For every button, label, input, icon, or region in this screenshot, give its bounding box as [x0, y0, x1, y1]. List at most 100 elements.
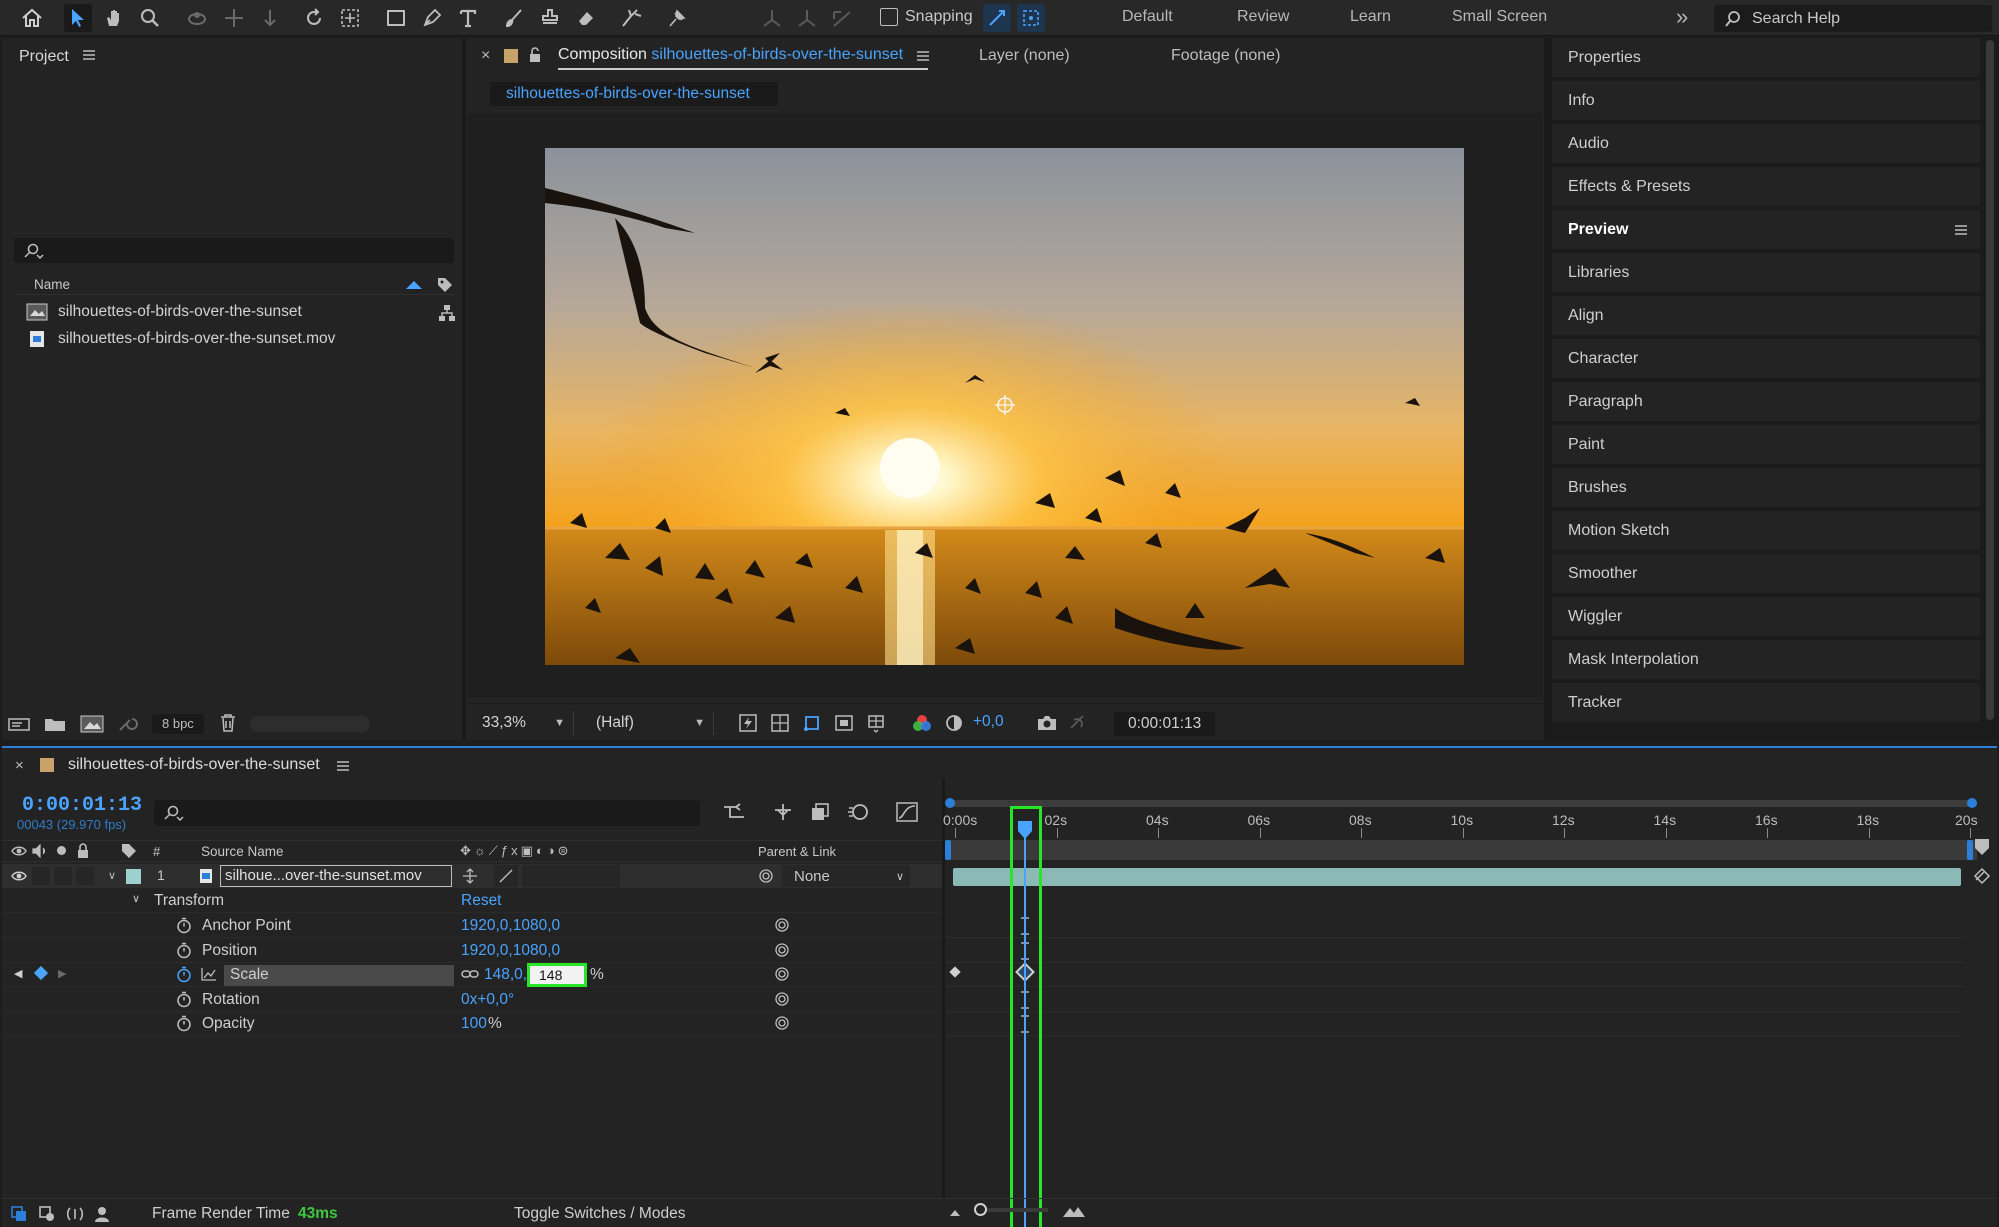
solo-switch[interactable]: [54, 867, 72, 885]
pan-behind-tool-icon[interactable]: [336, 4, 364, 32]
workspace-tab-small-screen[interactable]: Small Screen: [1452, 8, 1547, 26]
panel-item-smoother[interactable]: Smoother: [1552, 554, 1980, 595]
parent-dropdown[interactable]: None ∨: [782, 865, 910, 887]
pick-whip-icon[interactable]: [774, 942, 790, 958]
interpret-footage-icon[interactable]: [8, 716, 32, 732]
zoom-out-icon[interactable]: [948, 1207, 962, 1219]
axis-local-icon[interactable]: [758, 4, 786, 32]
flowchart-icon[interactable]: [438, 304, 456, 322]
mask-visibility-icon[interactable]: [802, 713, 822, 733]
collapse-transform-switch-icon[interactable]: [462, 868, 478, 884]
pick-whip-icon[interactable]: [774, 1015, 790, 1031]
project-item-composition[interactable]: silhouettes-of-birds-over-the-sunset: [26, 300, 302, 324]
transform-reset-link[interactable]: Reset: [461, 892, 502, 910]
property-value[interactable]: 100: [461, 1015, 487, 1033]
scale-y-input[interactable]: 148: [527, 963, 587, 987]
pen-tool-icon[interactable]: [418, 4, 446, 32]
more-workspaces-button[interactable]: »: [1676, 4, 1688, 30]
home-icon[interactable]: [18, 4, 46, 32]
in-out-toggle-icon[interactable]: [66, 1205, 84, 1223]
bit-depth-button[interactable]: 8 bpc: [152, 714, 204, 734]
toggle-switches-modes-button[interactable]: Toggle Switches / Modes: [514, 1205, 685, 1223]
pick-whip-icon[interactable]: [774, 966, 790, 982]
thumbnail-slider[interactable]: [250, 716, 370, 732]
work-area-range[interactable]: [945, 840, 1977, 860]
panel-item-paint[interactable]: Paint: [1552, 425, 1980, 466]
dolly-camera-icon[interactable]: [256, 4, 284, 32]
layer-switches[interactable]: [522, 865, 620, 887]
rotation-tool-icon[interactable]: [300, 4, 328, 32]
brush-tool-icon[interactable]: [500, 4, 528, 32]
draft-3d-icon[interactable]: [772, 802, 794, 822]
panel-item-libraries[interactable]: Libraries: [1552, 253, 1980, 294]
panel-item-wiggler[interactable]: Wiggler: [1552, 597, 1980, 638]
new-folder-icon[interactable]: [44, 716, 66, 732]
panel-item-mask-interpolation[interactable]: Mask Interpolation: [1552, 640, 1980, 681]
solo-header-icon[interactable]: [57, 846, 66, 855]
fast-previews-icon[interactable]: [738, 713, 758, 733]
property-row-opacity[interactable]: Opacity 100%: [2, 1012, 942, 1036]
stopwatch-icon[interactable]: [176, 1015, 192, 1032]
current-time-code[interactable]: 0:00:01:13: [22, 794, 142, 817]
property-row-anchor-point[interactable]: Anchor Point 1920,0,1080,0: [2, 914, 942, 938]
sort-ascending-icon[interactable]: [406, 281, 422, 289]
twirl-down-icon[interactable]: ∨: [132, 892, 140, 905]
property-row-position[interactable]: Position 1920,0,1080,0: [2, 939, 942, 963]
reset-exposure-icon[interactable]: [944, 713, 964, 733]
pick-whip-icon[interactable]: [758, 868, 774, 884]
roto-brush-tool-icon[interactable]: [618, 4, 646, 32]
label-tag-icon[interactable]: [436, 276, 454, 294]
column-name-label[interactable]: Name: [34, 277, 70, 292]
stopwatch-icon[interactable]: [176, 917, 192, 934]
preview-menu-icon[interactable]: [1954, 224, 1968, 236]
property-row-rotation[interactable]: Rotation 0x+0,0°: [2, 988, 942, 1012]
resolution-dropdown[interactable]: (Half) ▼: [596, 711, 714, 735]
scrollbar-thumb[interactable]: [1986, 40, 1994, 720]
parent-link-header[interactable]: Parent & Link: [758, 844, 836, 859]
property-value[interactable]: 1920,0,1080,0: [461, 917, 560, 935]
stopwatch-icon[interactable]: [176, 966, 192, 983]
layer-color-label[interactable]: [126, 869, 141, 884]
composition-color-label[interactable]: [504, 49, 518, 63]
pick-whip-icon[interactable]: [774, 917, 790, 933]
scale-x-value[interactable]: 148,0,: [484, 966, 527, 984]
snapping-toggle[interactable]: Snapping: [880, 8, 973, 26]
frame-blending-icon[interactable]: [810, 802, 830, 822]
panel-item-brushes[interactable]: Brushes: [1552, 468, 1980, 509]
panel-item-paragraph[interactable]: Paragraph: [1552, 382, 1980, 423]
panel-item-character[interactable]: Character: [1552, 339, 1980, 380]
lock-header-icon[interactable]: [76, 843, 90, 859]
trash-icon[interactable]: [220, 714, 236, 732]
workspace-tab-review[interactable]: Review: [1237, 8, 1289, 26]
timeline-search-input[interactable]: [154, 800, 700, 826]
property-value[interactable]: 1920,0,1080,0: [461, 942, 560, 960]
exposure-value[interactable]: +0,0: [973, 713, 1004, 731]
comp-end-marker-icon[interactable]: [1974, 838, 1990, 856]
tab-footage[interactable]: Footage (none): [1171, 47, 1280, 65]
audio-switch[interactable]: [32, 867, 50, 885]
graph-editor-icon[interactable]: [896, 802, 918, 822]
adjust-settings-icon[interactable]: [118, 716, 140, 732]
close-tab-icon[interactable]: ×: [481, 47, 490, 65]
type-tool-icon[interactable]: [454, 4, 482, 32]
workspace-tab-default[interactable]: Default: [1122, 8, 1173, 26]
grid-guides-icon[interactable]: [866, 713, 886, 733]
composition-breadcrumb[interactable]: silhouettes-of-birds-over-the-sunset: [490, 82, 778, 106]
eraser-tool-icon[interactable]: [572, 4, 600, 32]
show-snapshot-icon[interactable]: [1068, 713, 1088, 733]
snap-edges-icon[interactable]: [983, 4, 1011, 32]
scale-keyframe-start[interactable]: [949, 966, 961, 978]
stopwatch-icon[interactable]: [176, 991, 192, 1008]
panel-item-motion-sketch[interactable]: Motion Sketch: [1552, 511, 1980, 552]
lock-icon[interactable]: [528, 47, 542, 63]
panel-item-audio[interactable]: Audio: [1552, 124, 1980, 165]
property-row-scale[interactable]: Scale 148,0, 148%: [2, 963, 942, 987]
panel-item-effects-presets[interactable]: Effects & Presets: [1552, 167, 1980, 208]
axis-world-icon[interactable]: [793, 4, 821, 32]
tab-composition[interactable]: Composition silhouettes-of-birds-over-th…: [558, 46, 928, 70]
snapshot-camera-icon[interactable]: [1036, 713, 1058, 733]
project-search-input[interactable]: [14, 238, 454, 263]
snapping-checkbox[interactable]: [880, 8, 898, 26]
render-options-icon[interactable]: [10, 1205, 28, 1223]
property-value[interactable]: 0x+0,0°: [461, 991, 514, 1009]
